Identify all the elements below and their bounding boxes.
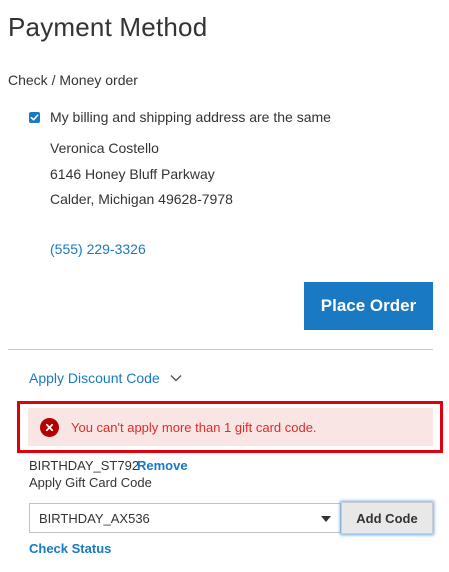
billing-street: 6146 Honey Bluff Parkway — [50, 166, 215, 182]
caret-down-icon — [321, 516, 331, 522]
same-address-checkbox[interactable] — [29, 112, 40, 123]
payment-method-label: Check / Money order — [8, 72, 138, 88]
applied-gift-card-code: BIRTHDAY_ST792 — [29, 458, 140, 473]
chevron-down-icon — [170, 375, 182, 382]
error-message-box: You can't apply more than 1 gift card co… — [28, 408, 433, 446]
place-order-button[interactable]: Place Order — [304, 282, 433, 330]
remove-gift-card-link[interactable]: Remove — [137, 458, 188, 473]
billing-name: Veronica Costello — [50, 140, 159, 156]
check-status-link[interactable]: Check Status — [29, 541, 111, 556]
apply-discount-toggle[interactable]: Apply Discount Code — [29, 370, 182, 386]
apply-gift-card-label: Apply Gift Card Code — [29, 475, 152, 490]
checkmark-icon — [30, 114, 39, 121]
gift-card-code-select[interactable]: BIRTHDAY_AX536 — [29, 503, 341, 533]
billing-phone-link[interactable]: (555) 229-3326 — [50, 241, 146, 257]
gift-card-selected-value: BIRTHDAY_AX536 — [39, 510, 150, 526]
error-x-icon — [40, 417, 59, 437]
apply-discount-label: Apply Discount Code — [29, 370, 160, 386]
same-address-label[interactable]: My billing and shipping address are the … — [50, 109, 331, 125]
error-message-text: You can't apply more than 1 gift card co… — [71, 419, 317, 435]
billing-city-line: Calder, Michigan 49628-7978 — [50, 191, 233, 207]
page-title: Payment Method — [8, 12, 208, 42]
section-divider — [8, 349, 433, 350]
add-code-button[interactable]: Add Code — [341, 502, 433, 534]
